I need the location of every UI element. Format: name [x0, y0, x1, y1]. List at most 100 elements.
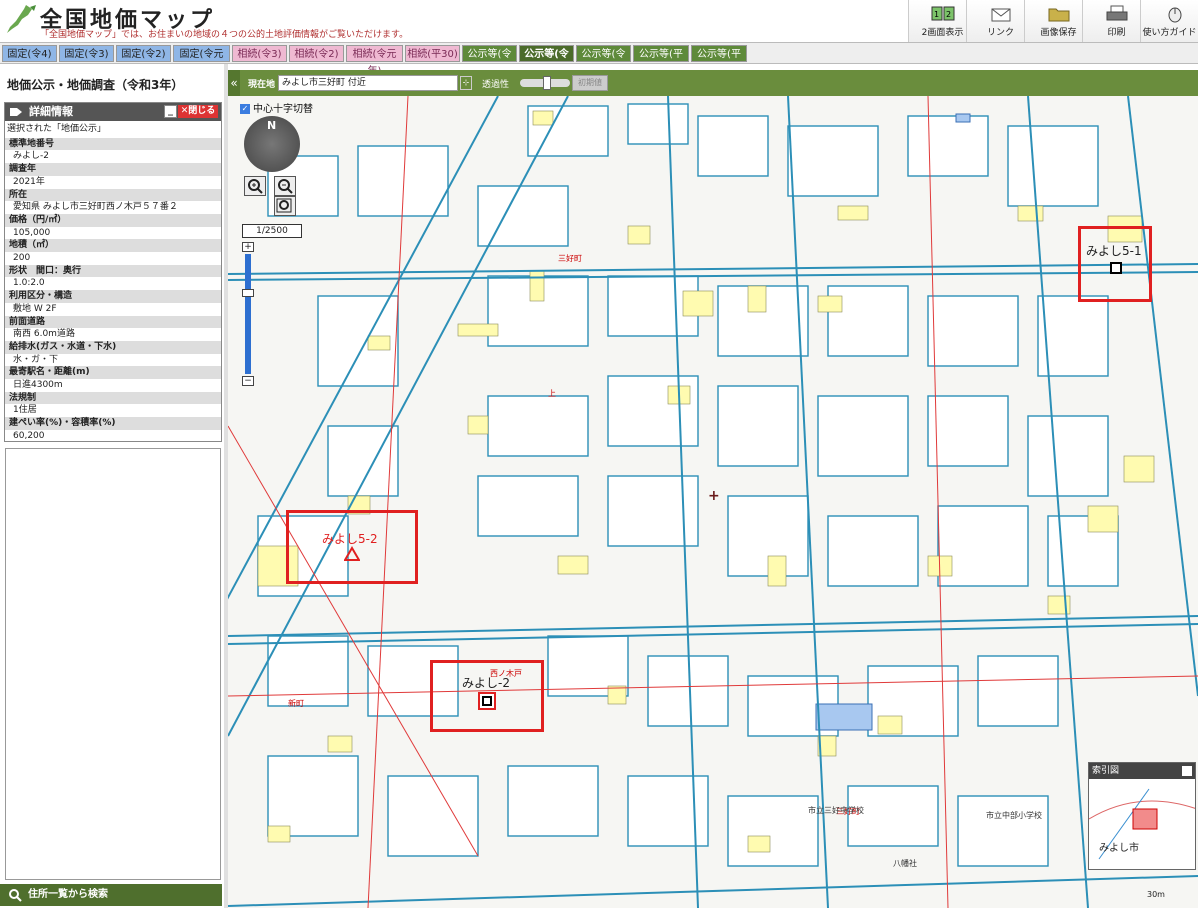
zoom-minus-button[interactable]: − — [242, 376, 254, 386]
zoom-out-button[interactable] — [274, 176, 296, 196]
zoom-slider[interactable]: + − — [242, 242, 254, 386]
street-name: 新町 — [288, 698, 304, 708]
guide-label: 使い方ガイド — [1142, 28, 1197, 38]
zoom-track[interactable] — [245, 254, 251, 374]
field-key: 地積（㎡） — [5, 239, 221, 253]
search-icon — [9, 889, 22, 902]
reset-button[interactable]: 初期値 — [572, 75, 608, 91]
minimize-button[interactable]: _ — [164, 105, 177, 118]
field-key: 最寄駅名・距離(m) — [5, 366, 221, 380]
mouse-guide-icon — [1168, 7, 1182, 23]
tab-public-r3[interactable]: 公示等(令3) — [519, 45, 574, 77]
field-value: 敷地 W 2F — [13, 303, 57, 314]
center-cross-label: 中心十字切替 — [253, 104, 313, 115]
marker-label: みよし5-1 — [1086, 244, 1142, 258]
opacity-label: 透過性 — [482, 80, 510, 90]
index-map-graphic — [1089, 788, 1195, 860]
zoom-plus-button[interactable]: + — [242, 242, 254, 252]
detail-title: 詳細情報 — [29, 105, 73, 118]
index-map-city: みよし市 — [1099, 843, 1139, 854]
center-cross-toggle[interactable]: ✓ 中心十字切替 — [240, 100, 313, 115]
street-name: 三好町 — [558, 253, 582, 263]
panel-title: 地価公示・地価調査（令和3年） — [7, 78, 184, 92]
zoom-area-button[interactable] — [274, 196, 296, 216]
app-header: 全国地価マップ 「全国地価マップ」では、お住まいの地域の４つの公的土地評価情報が… — [0, 0, 1198, 42]
tab-fixed-r3[interactable]: 固定(令3) — [59, 45, 114, 62]
left-panel: 地価公示・地価調査（令和3年） 詳細情報 _ ✕閉じる 選択された「地価公示」 … — [0, 64, 228, 908]
link-icon — [991, 8, 1011, 22]
field-key: 前面道路 — [5, 315, 221, 329]
index-map[interactable]: 索引図 みよし市 — [1088, 762, 1196, 870]
svg-text:2: 2 — [946, 10, 951, 19]
field-value: 1住居 — [13, 405, 37, 416]
field-value: 2021年 — [13, 176, 45, 187]
map-toolbar: « 現在地 みよし市三好町 付近 ⊹ 透過性 初期値 — [228, 70, 1198, 96]
square-marker-icon[interactable] — [1110, 262, 1122, 274]
tab-public-h30[interactable]: 公示等(平30) — [691, 45, 747, 77]
address-search-button[interactable]: 住所一覧から検索 — [0, 884, 222, 906]
school-label: 市立三好中学校 — [808, 805, 864, 815]
collapse-panel-button[interactable]: « — [228, 70, 240, 96]
detail-body: 選択された「地価公示」 標準地番号 みよし-2 調査年 2021年 所在 愛知県… — [5, 121, 221, 441]
triangle-marker-icon[interactable] — [344, 546, 360, 562]
opacity-slider[interactable] — [520, 76, 570, 90]
map-canvas[interactable]: 三好町 上 西ノ木戸 新町 三好町 市立三好中学校 市立中部小学校 八幡社 ✓ 中… — [228, 96, 1198, 908]
tag-icon — [10, 108, 22, 116]
zoom-in-button[interactable] — [244, 176, 266, 196]
panel-empty-area — [5, 448, 221, 880]
index-map-title: 索引図 — [1092, 766, 1120, 776]
school-label: 市立中部小学校 — [986, 810, 1042, 820]
field-key: 所在 — [5, 188, 221, 202]
tab-fixed-r2[interactable]: 固定(令2) — [116, 45, 171, 62]
tab-inherit-r1[interactable]: 相続(令元年) — [346, 45, 403, 77]
tab-inherit-r2[interactable]: 相続(令2) — [289, 45, 344, 62]
marker-label: みよし-2 — [462, 676, 510, 690]
zoom-out-icon — [278, 179, 293, 194]
tab-public-r4[interactable]: 公示等(令4) — [462, 45, 517, 77]
marker-label: みよし5-2 — [322, 532, 378, 546]
dual-screen-icon: 12 — [931, 6, 955, 21]
detail-window: 詳細情報 _ ✕閉じる 選択された「地価公示」 標準地番号 みよし-2 調査年 … — [4, 102, 222, 442]
field-value: 1.0:2.0 — [13, 278, 45, 289]
tab-public-r2[interactable]: 公示等(令2) — [576, 45, 631, 77]
field-key: 利用区分・構造 — [5, 290, 221, 303]
address-search-label: 住所一覧から検索 — [28, 889, 108, 900]
field-value: 日進4300m — [13, 380, 63, 391]
field-key: 調査年 — [5, 163, 221, 176]
field-value: 南西 6.0m道路 — [13, 329, 75, 340]
field-value: みよし-2 — [13, 151, 49, 162]
checkbox-icon: ✓ — [240, 104, 250, 114]
center-cross-icon: + — [708, 488, 720, 504]
tab-inherit-h30[interactable]: 相続(平30) — [405, 45, 460, 62]
zoom-handle[interactable] — [242, 289, 254, 297]
compass-north: N — [267, 119, 277, 132]
print-icon — [1106, 5, 1128, 21]
field-key: 標準地番号 — [5, 137, 221, 151]
index-map-header: 索引図 — [1089, 763, 1195, 779]
scale-display: 1/2500 — [242, 224, 302, 238]
opacity-knob[interactable] — [543, 76, 551, 90]
field-value: 105,000 — [13, 227, 51, 238]
shrine-label: 八幡社 — [893, 858, 917, 868]
guide-button[interactable]: 使い方ガイド — [1140, 0, 1198, 42]
field-value: 200 — [13, 253, 31, 264]
tab-fixed-r1[interactable]: 固定(令元年) — [173, 45, 230, 77]
center-target-icon[interactable]: ⊹ — [460, 76, 472, 90]
selected-point-icon[interactable] — [478, 692, 496, 710]
field-key: 価格（円/㎡） — [5, 213, 221, 227]
location-field[interactable]: みよし市三好町 付近 — [278, 75, 458, 91]
field-key: 給排水(ガス・水道・下水) — [5, 340, 221, 354]
field-value: 60,200 — [13, 430, 45, 441]
app-subtitle: 「全国地価マップ」では、お住まいの地域の４つの公的土地評価情報がご覧いただけます… — [40, 30, 409, 40]
pan-control[interactable]: N — [244, 116, 300, 172]
tab-public-h31[interactable]: 公示等(平31) — [633, 45, 689, 77]
field-value: 愛知県 みよし市三好町西ノ木戸５７番２ — [13, 202, 178, 213]
field-value: 水・ガ・下 — [13, 354, 59, 365]
zoom-area-icon — [276, 198, 292, 213]
tab-inherit-r3[interactable]: 相続(令3) — [232, 45, 287, 62]
close-button[interactable]: ✕閉じる — [178, 105, 218, 118]
svg-text:1: 1 — [934, 10, 939, 19]
minimize-button[interactable] — [1182, 766, 1192, 776]
layer-tab-bar: 固定(令4) 固定(令3) 固定(令2) 固定(令元年) 相続(令3) 相続(令… — [0, 42, 1198, 77]
tab-fixed-r4[interactable]: 固定(令4) — [2, 45, 57, 62]
